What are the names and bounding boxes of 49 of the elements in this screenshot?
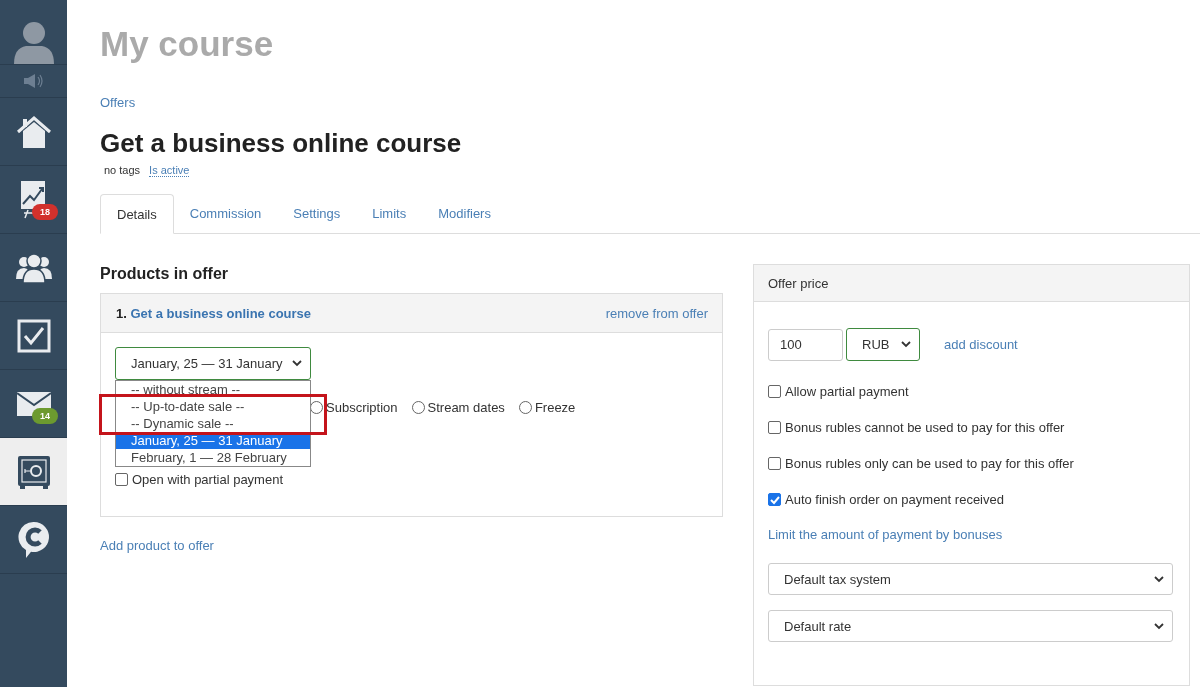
offer-heading: Get a business online course xyxy=(100,128,463,158)
home-icon xyxy=(15,115,52,148)
panel-title: Offer price xyxy=(754,265,1189,302)
add-discount-link[interactable]: add discount xyxy=(944,337,1018,352)
amount-field[interactable]: 100 xyxy=(768,328,843,361)
tax-system-select[interactable]: Default tax system xyxy=(768,563,1173,595)
checkbox-option[interactable]: Open with partial payment xyxy=(115,472,708,487)
stream-select[interactable]: January, 25 — 31 January xyxy=(115,347,311,380)
checkbox-option[interactable]: Allow partial payment xyxy=(768,385,1175,398)
count-badge: 14 xyxy=(32,408,58,424)
tab[interactable]: Details xyxy=(100,194,174,234)
checkbox-icon xyxy=(16,318,51,353)
sidebar-item[interactable]: 18 xyxy=(0,166,67,234)
chevron-icon xyxy=(1154,622,1164,630)
tab[interactable]: Limits xyxy=(356,194,423,234)
sidebar-item[interactable] xyxy=(0,438,67,506)
breadcrumb-link[interactable]: Offers xyxy=(100,95,1200,110)
radio-option[interactable]: Stream dates xyxy=(411,400,505,415)
chat-logo-icon xyxy=(17,520,50,559)
tags-label: no tags xyxy=(104,164,141,177)
safe-icon xyxy=(16,454,51,489)
checkbox-option[interactable]: Auto finish order on payment received xyxy=(768,493,1175,506)
page-title: My course xyxy=(100,24,275,64)
chevron-icon xyxy=(292,360,302,367)
checkmark-icon xyxy=(769,494,780,505)
dropdown-option[interactable]: -- Up-to-date sale -- xyxy=(116,398,310,415)
dropdown-option[interactable]: -- Dynamic sale -- xyxy=(116,415,310,432)
dropdown-option[interactable]: February, 1 — 28 February xyxy=(116,449,310,466)
rate-select[interactable]: Default rate xyxy=(768,610,1173,642)
dropdown-option[interactable]: -- without stream -- xyxy=(116,381,310,398)
checkbox-option[interactable]: Bonus rubles cannot be used to pay for this offer xyxy=(768,421,1175,434)
radio-option[interactable]: Subscription xyxy=(310,400,398,415)
count-badge: 18 xyxy=(32,204,58,220)
speaker-icon xyxy=(23,74,44,88)
radio-option[interactable]: Freeze xyxy=(518,400,576,415)
tab[interactable]: Modifiers xyxy=(422,194,507,234)
section-title: Products in offer xyxy=(100,264,229,284)
tab[interactable]: Settings xyxy=(277,194,357,234)
remove-link[interactable]: remove from offer xyxy=(605,305,708,321)
chevron-icon xyxy=(901,341,911,348)
currency-select[interactable]: RUB xyxy=(846,328,920,361)
add-product-link[interactable]: Add product to offer xyxy=(100,538,214,553)
people-icon xyxy=(15,252,52,283)
status-link[interactable]: Is active xyxy=(149,164,190,177)
product-title: 1. Get a business online course xyxy=(116,305,312,321)
bonus-limit-link[interactable]: Limit the amount of payment by bonuses xyxy=(768,527,1175,542)
tab[interactable]: Commission xyxy=(173,194,278,234)
checkbox-option[interactable]: Bonus rubles only can be used to pay for this offer xyxy=(768,457,1175,470)
chevron-icon xyxy=(1154,575,1164,583)
